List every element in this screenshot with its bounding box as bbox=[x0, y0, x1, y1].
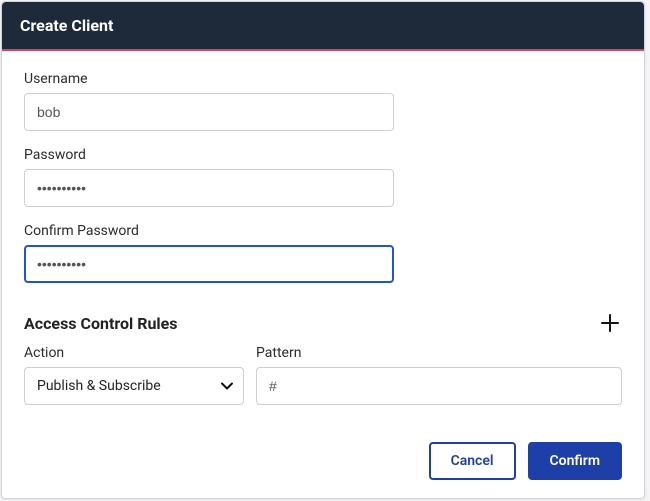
password-label: Password bbox=[24, 147, 622, 163]
username-group: Username bbox=[24, 71, 622, 131]
confirm-password-label: Confirm Password bbox=[24, 223, 622, 239]
confirm-password-input[interactable] bbox=[24, 245, 394, 283]
modal-header: Create Client bbox=[2, 2, 644, 51]
username-label: Username bbox=[24, 71, 622, 87]
plus-icon bbox=[601, 314, 619, 332]
cancel-button[interactable]: Cancel bbox=[429, 442, 516, 480]
modal-title: Create Client bbox=[20, 16, 113, 35]
acl-action-col: Action Publish & Subscribe bbox=[24, 345, 244, 405]
password-group: Password bbox=[24, 147, 622, 207]
acl-pattern-input[interactable] bbox=[256, 367, 622, 405]
modal-footer: Cancel Confirm bbox=[2, 426, 644, 498]
modal-body: Username Password Confirm Password Acces… bbox=[2, 51, 644, 426]
acl-title: Access Control Rules bbox=[24, 314, 178, 333]
confirm-button[interactable]: Confirm bbox=[528, 442, 622, 480]
username-input[interactable] bbox=[24, 93, 394, 131]
add-rule-button[interactable] bbox=[598, 311, 622, 335]
acl-rule-row: Action Publish & Subscribe Pattern bbox=[24, 345, 622, 405]
acl-action-label: Action bbox=[24, 345, 244, 361]
confirm-password-group: Confirm Password bbox=[24, 223, 622, 283]
password-input[interactable] bbox=[24, 169, 394, 207]
create-client-modal: Create Client Username Password Confirm … bbox=[1, 1, 645, 499]
acl-pattern-col: Pattern bbox=[256, 345, 622, 405]
acl-action-value: Publish & Subscribe bbox=[37, 378, 161, 394]
acl-action-select[interactable]: Publish & Subscribe bbox=[24, 367, 244, 405]
confirm-button-label: Confirm bbox=[550, 453, 600, 469]
cancel-button-label: Cancel bbox=[451, 453, 494, 469]
acl-pattern-label: Pattern bbox=[256, 345, 622, 361]
acl-header-row: Access Control Rules bbox=[24, 311, 622, 335]
